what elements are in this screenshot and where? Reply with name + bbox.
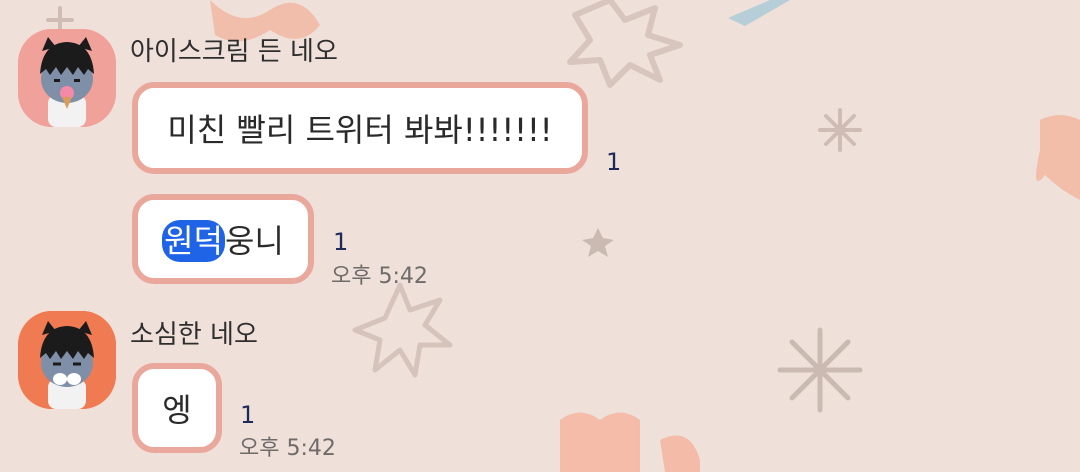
unread-count: 1	[333, 228, 349, 256]
message-text: 미친 빨리 트위터 봐봐!!!!!!!	[167, 111, 553, 149]
sparkle-icon	[818, 108, 862, 152]
message-text: 엥	[162, 391, 192, 429]
star-icon	[352, 282, 453, 378]
message-time: 오후 5:42	[239, 436, 336, 461]
message-time: 오후 5:42	[331, 264, 428, 289]
sender-name: 아이스크림 든 네오	[130, 37, 338, 67]
sender-name: 소심한 네오	[130, 320, 258, 350]
bow-icon	[560, 412, 700, 472]
sender-avatar[interactable]	[18, 29, 116, 127]
candy-icon	[728, 0, 790, 26]
star-icon	[567, 0, 683, 88]
message-text: 원덕웅니	[162, 216, 284, 262]
neo-shy-avatar-icon	[18, 311, 116, 409]
message-bubble[interactable]: 엥	[132, 363, 222, 453]
star-icon	[777, 327, 863, 413]
search-highlight: 원덕	[162, 220, 225, 262]
neo-icecream-avatar-icon	[18, 29, 116, 127]
message-text-rest: 웅니	[225, 222, 284, 260]
message-bubble[interactable]: 원덕웅니	[132, 194, 314, 284]
message-bubble[interactable]: 미친 빨리 트위터 봐봐!!!!!!!	[132, 82, 588, 174]
bow-icon	[1036, 115, 1080, 200]
sender-avatar[interactable]	[18, 311, 116, 409]
sparkle-icon	[582, 228, 614, 257]
unread-count: 1	[240, 401, 256, 429]
unread-count: 1	[606, 148, 622, 176]
